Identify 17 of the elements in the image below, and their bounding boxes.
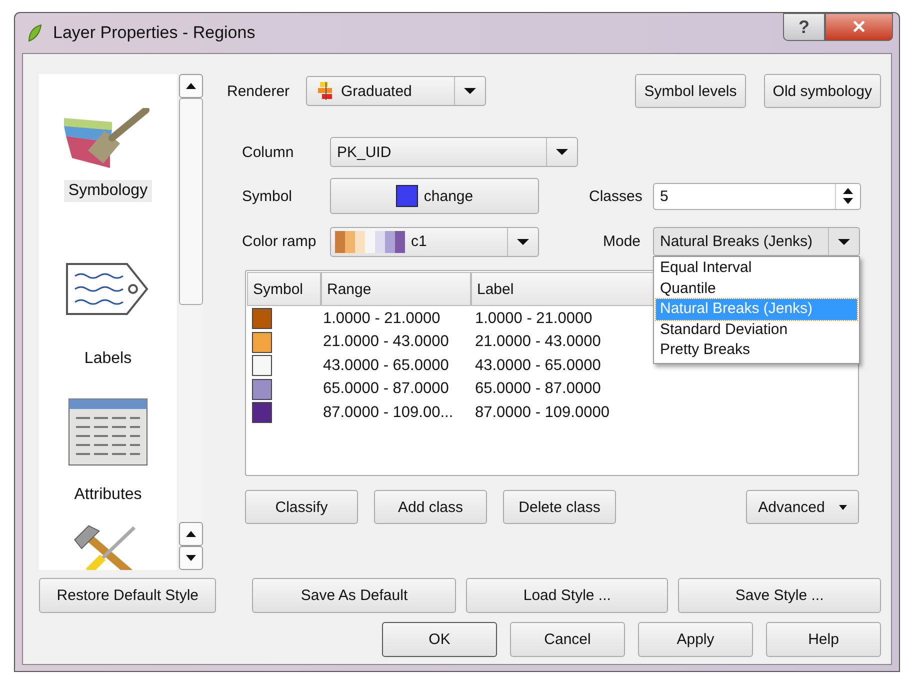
column-label: Column <box>241 144 295 160</box>
table-cell-text: 65.0000 - 87.0000 <box>322 380 450 398</box>
mode-label: Mode <box>603 233 642 250</box>
table-cell-text: 87.0000 - 109.00... <box>322 404 454 422</box>
color-ramp-label: Color ramp <box>241 233 318 250</box>
table-cell-text: 21.0000 - 43.0000 <box>474 333 601 352</box>
table-cell-text: 87.0000 - 109.0000 <box>474 404 610 422</box>
table-cell-text: 43.0000 - 65.0000 <box>322 356 450 375</box>
table-cell-text: 21.0000 - 43.0000 <box>322 333 450 352</box>
renderer-label: Renderer <box>227 82 291 100</box>
table-cell-text: 1.0000 - 21.0000 <box>322 310 442 328</box>
window-title: Layer Properties - Regions <box>53 23 256 43</box>
symbol-label: Symbol <box>241 188 294 204</box>
classes-label: Classes <box>589 188 644 204</box>
table-cell-text: 65.0000 - 87.0000 <box>474 380 601 398</box>
table-cell-text: 1.0000 - 21.0000 <box>474 310 592 328</box>
table-cell-text: 43.0000 - 65.0000 <box>474 356 601 375</box>
